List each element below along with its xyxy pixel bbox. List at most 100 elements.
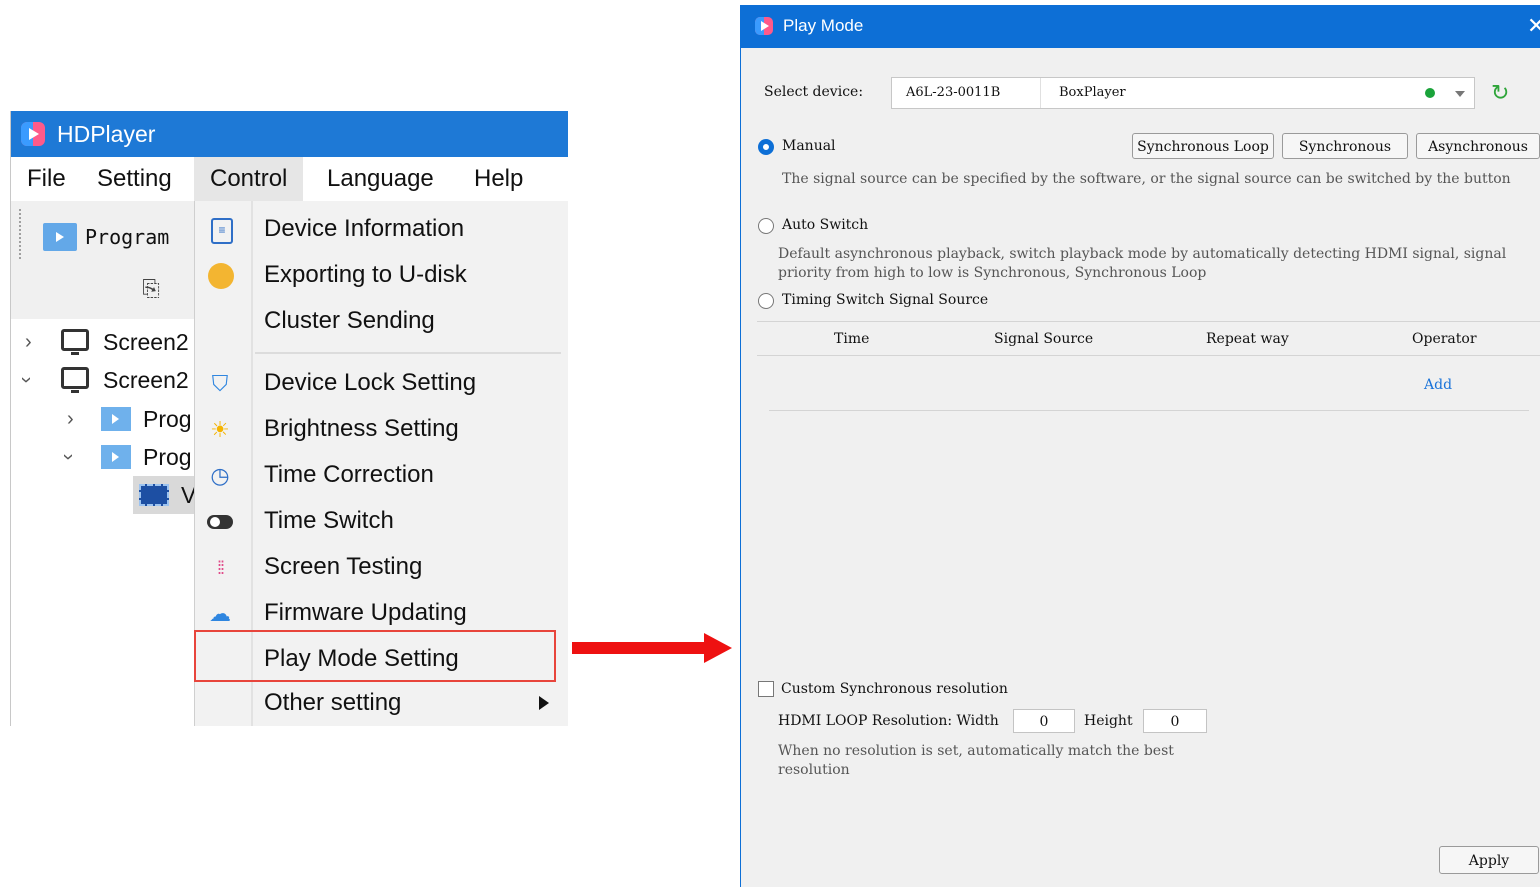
menu-setting[interactable]: Setting xyxy=(91,157,178,201)
col-header-operator: Operator xyxy=(1412,331,1477,347)
sun-icon: ☀ xyxy=(210,417,230,442)
tree-label: Screen2 xyxy=(103,329,189,355)
program-icon xyxy=(101,445,131,469)
monitor-icon xyxy=(61,329,89,355)
menu-control[interactable]: Control xyxy=(194,157,304,201)
hdmi-loop-width-label: HDMI LOOP Resolution: Width xyxy=(778,713,999,729)
menu-item-label: Cluster Sending xyxy=(264,307,435,334)
auto-switch-label: Auto Switch xyxy=(782,217,869,233)
menu-item-label: Time Correction xyxy=(264,461,434,488)
menu-item-time-switch[interactable]: Time Switch xyxy=(195,499,568,545)
menu-file[interactable]: File xyxy=(21,157,72,201)
device-select[interactable]: A6L-23-0011B BoxPlayer xyxy=(891,77,1475,109)
device-select-divider xyxy=(1040,78,1041,108)
device-name: BoxPlayer xyxy=(1059,85,1126,100)
tree-label: Screen2 xyxy=(103,367,189,393)
select-device-label: Select device: xyxy=(764,84,864,100)
toggle-icon xyxy=(207,515,233,529)
custom-resolution-checkbox[interactable] xyxy=(758,681,774,697)
menu-language[interactable]: Language xyxy=(321,157,440,201)
timing-switch-label: Timing Switch Signal Source xyxy=(782,292,989,308)
table-header-border xyxy=(757,355,1540,356)
play-mode-highlight-box xyxy=(194,630,556,682)
chevron-right-icon[interactable]: › xyxy=(67,400,74,438)
menu-item-brightness-setting[interactable]: ☀ Brightness Setting xyxy=(195,407,568,453)
menu-item-other-setting[interactable]: Other setting xyxy=(195,681,568,726)
manual-label: Manual xyxy=(782,138,836,154)
add-link[interactable]: Add xyxy=(1424,377,1452,393)
menu-separator xyxy=(255,352,561,354)
program-tree: › Screen2 › Screen2 › Prog › Prog V xyxy=(11,319,196,726)
menu-item-device-lock-setting[interactable]: ⛉ Device Lock Setting xyxy=(195,361,568,407)
asynchronous-button[interactable]: Asynchronous xyxy=(1416,133,1540,159)
tree-item-program-b[interactable]: › Prog xyxy=(11,438,194,476)
menu-item-label: Screen Testing xyxy=(264,553,423,580)
red-arrow-icon xyxy=(572,633,732,663)
play-mode-titlebar: Play Mode ✕ xyxy=(741,5,1540,48)
chevron-right-icon[interactable]: › xyxy=(25,323,32,361)
auto-switch-description: Default asynchronous playback, switch pl… xyxy=(778,246,1507,281)
udisk-icon xyxy=(208,263,234,289)
hdplayer-title: HDPlayer xyxy=(57,121,156,147)
menu-item-label: Device Information xyxy=(264,215,465,242)
resolution-note: When no resolution is set, automatically… xyxy=(778,743,1174,778)
play-mode-dialog: Play Mode ✕ Select device: A6L-23-0011B … xyxy=(740,5,1540,887)
manual-description: The signal source can be specified by th… xyxy=(782,171,1511,187)
menubar: File Setting Control Language Help xyxy=(11,157,568,201)
program-icon xyxy=(101,407,131,431)
height-label: Height xyxy=(1084,713,1133,729)
menu-item-screen-testing[interactable]: ⁞⁞ Screen Testing xyxy=(195,545,568,591)
close-icon[interactable]: ✕ xyxy=(1527,13,1540,39)
col-header-time: Time xyxy=(834,331,870,347)
refresh-icon[interactable]: ↻ xyxy=(1491,81,1509,106)
manual-radio[interactable] xyxy=(758,139,774,155)
program-icon[interactable] xyxy=(43,223,77,251)
copy-icon[interactable]: ⎘ xyxy=(139,277,163,301)
tree-label: Prog xyxy=(143,444,192,470)
chevron-down-icon[interactable]: › xyxy=(11,377,45,384)
hdplayer-logo-icon xyxy=(21,122,45,146)
menu-help[interactable]: Help xyxy=(468,157,529,201)
menu-item-label: Device Lock Setting xyxy=(264,369,477,396)
toolbar-grip[interactable] xyxy=(19,209,23,259)
dots-icon: ⁞⁞ xyxy=(216,558,225,578)
clock-icon: ◷ xyxy=(210,463,230,488)
custom-resolution-label: Custom Synchronous resolution xyxy=(781,681,1008,697)
tree-item-screen2-a[interactable]: › Screen2 xyxy=(11,323,194,361)
shield-icon: ⛉ xyxy=(211,371,229,396)
menu-item-device-information[interactable]: ≡ Device Information xyxy=(195,207,568,253)
table-row-border xyxy=(769,410,1529,411)
tree-item-screen2-b[interactable]: › Screen2 xyxy=(11,361,194,399)
synchronous-loop-button[interactable]: Synchronous Loop xyxy=(1132,133,1274,159)
menu-item-label: Brightness Setting xyxy=(264,415,459,442)
menu-item-label: Time Switch xyxy=(264,507,394,534)
toolbar: Program ⎘ xyxy=(11,201,194,320)
video-icon xyxy=(139,484,169,506)
width-input[interactable]: 0 xyxy=(1013,709,1075,733)
auto-switch-radio[interactable] xyxy=(758,218,774,234)
status-dot-icon xyxy=(1425,88,1435,98)
submenu-arrow-icon xyxy=(539,696,549,710)
height-input[interactable]: 0 xyxy=(1143,709,1207,733)
chevron-down-icon[interactable] xyxy=(1455,91,1465,97)
device-id: A6L-23-0011B xyxy=(906,85,1001,100)
program-button-label[interactable]: Program xyxy=(85,225,169,249)
tree-item-program-a[interactable]: › Prog xyxy=(11,400,194,438)
apply-button[interactable]: Apply xyxy=(1439,846,1539,874)
menu-item-label: Firmware Updating xyxy=(264,599,467,626)
tree-item-video[interactable]: V xyxy=(133,476,196,514)
cloud-upload-icon: ☁ xyxy=(209,601,231,626)
menu-item-time-correction[interactable]: ◷ Time Correction xyxy=(195,453,568,499)
table-top-border xyxy=(757,321,1540,322)
timing-switch-radio[interactable] xyxy=(758,293,774,309)
col-header-repeat-way: Repeat way xyxy=(1206,331,1289,347)
menu-item-label: Other setting xyxy=(264,689,402,716)
chevron-down-icon[interactable]: › xyxy=(49,454,87,461)
app-logo-icon xyxy=(755,17,773,35)
menu-item-exporting-to-u-disk[interactable]: Exporting to U-disk xyxy=(195,253,568,299)
menu-item-cluster-sending[interactable]: Cluster Sending xyxy=(195,299,568,345)
col-header-signal-source: Signal Source xyxy=(994,331,1094,347)
device-info-icon: ≡ xyxy=(211,218,233,244)
menu-item-label: Exporting to U-disk xyxy=(264,261,467,288)
synchronous-button[interactable]: Synchronous xyxy=(1282,133,1408,159)
